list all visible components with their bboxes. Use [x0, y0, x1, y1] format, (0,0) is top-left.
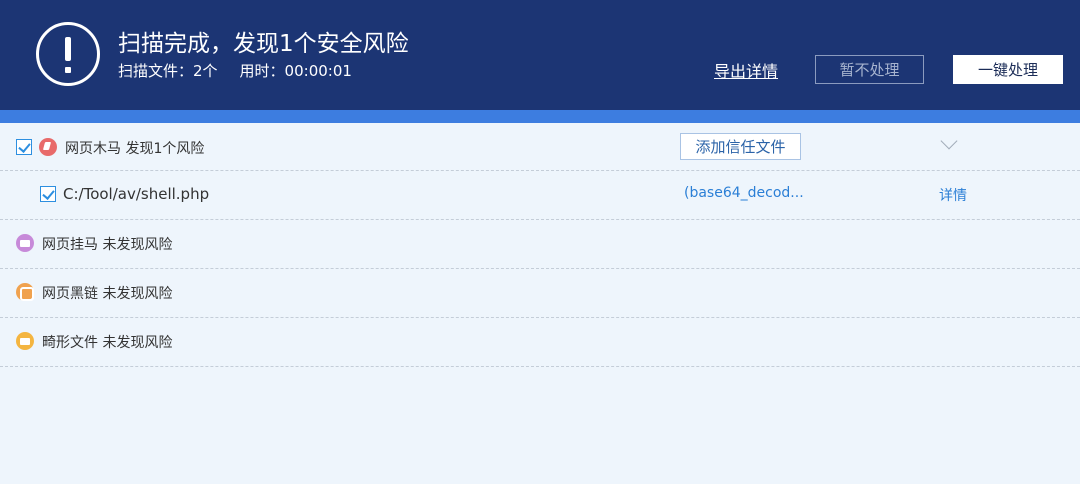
file-row: C:/Tool/av/shell.php (base64_decod... 详情	[0, 171, 1080, 220]
chevron-down-icon[interactable]	[940, 135, 958, 153]
exclamation-circle-icon	[36, 22, 100, 86]
signature-link[interactable]: (base64_decod...	[684, 185, 804, 201]
category-row-malformed: 畸形文件 未发现风险	[0, 318, 1080, 367]
ignore-button[interactable]: 暂不处理	[815, 55, 924, 84]
trojan-icon	[39, 138, 57, 156]
detail-link[interactable]: 详情	[939, 185, 967, 205]
malformed-file-icon	[16, 332, 34, 350]
category-label-black-link: 网页黑链 未发现风险	[42, 286, 173, 302]
add-trusted-file-button[interactable]: 添加信任文件	[680, 133, 801, 160]
category-row-web-hang: 网页挂马 未发现风险	[0, 220, 1080, 269]
category-row-black-link: 网页黑链 未发现风险	[0, 269, 1080, 318]
web-hang-icon	[16, 234, 34, 252]
risk-category-list: 网页木马 发现1个风险 添加信任文件 C:/Tool/av/shell.php …	[0, 123, 1080, 367]
scan-result-header: 扫描完成，发现1个安全风险 扫描文件：2个 用时：00:00:01 导出详情 暂不…	[0, 0, 1080, 110]
file-checkbox[interactable]	[40, 186, 56, 202]
elapsed-time: 用时：00:00:01	[239, 62, 352, 80]
black-link-icon	[16, 283, 34, 301]
category-label-malformed: 畸形文件 未发现风险	[42, 335, 173, 351]
category-label-trojan: 网页木马 发现1个风险	[65, 141, 205, 157]
one-click-fix-button[interactable]: 一键处理	[953, 55, 1063, 84]
header-accent-strip	[0, 110, 1080, 123]
export-details-link[interactable]: 导出详情	[714, 58, 778, 82]
category-label-web-hang: 网页挂马 未发现风险	[42, 237, 173, 253]
scanned-count: 扫描文件：2个	[118, 62, 218, 80]
category-row-trojan: 网页木马 发现1个风险 添加信任文件	[0, 123, 1080, 171]
scan-summary: 扫描文件：2个 用时：00:00:01	[118, 60, 352, 81]
page-title: 扫描完成，发现1个安全风险	[118, 31, 409, 57]
category-checkbox-trojan[interactable]	[16, 139, 32, 155]
file-path: C:/Tool/av/shell.php	[63, 185, 210, 203]
